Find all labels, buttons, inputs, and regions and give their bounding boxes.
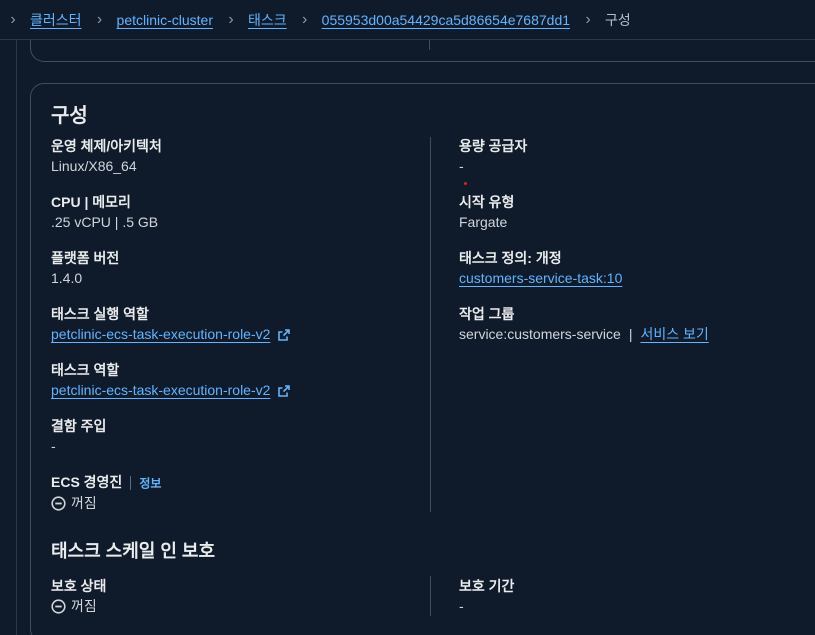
task-definition-label: 태스크 정의: 개정 xyxy=(459,250,562,266)
chevron-right-icon: › xyxy=(96,10,103,28)
ecs-managed-status: 꺼짐 xyxy=(51,493,161,513)
protection-period-value: - xyxy=(459,598,464,614)
status-off-icon xyxy=(51,598,66,614)
chevron-right-icon: › xyxy=(10,10,16,28)
chevron-right-icon: › xyxy=(301,10,308,28)
red-dot xyxy=(464,182,467,185)
task-role-label: 태스크 역할 xyxy=(51,362,120,378)
exec-role-link[interactable]: petclinic-ecs-task-execution-role-v2 xyxy=(51,326,270,342)
fault-injection-field: 결함 주입 - xyxy=(51,416,106,456)
chevron-right-icon: › xyxy=(228,10,234,28)
launch-type-value: Fargate xyxy=(459,214,508,230)
breadcrumb-clusters[interactable]: 클러스터 xyxy=(30,10,82,30)
task-role-field: 태스크 역할 petclinic-ecs-task-execution-role… xyxy=(51,360,291,400)
info-link[interactable]: 정보 xyxy=(139,476,161,490)
info-separator xyxy=(130,476,132,491)
cpu-value: .25 vCPU | .5 GB xyxy=(51,214,159,230)
platform-value: 1.4.0 xyxy=(51,270,83,286)
capacity-provider-label: 용량 공급자 xyxy=(459,138,528,154)
cpu-field: CPU | 메모리 .25 vCPU | .5 GB xyxy=(51,192,158,232)
page-left-rail xyxy=(16,40,17,635)
external-link-icon[interactable] xyxy=(278,385,291,398)
os-value: Linux/X86_64 xyxy=(51,158,137,174)
task-definition-link[interactable]: customers-service-task:10 xyxy=(459,270,622,286)
task-role-link[interactable]: petclinic-ecs-task-execution-role-v2 xyxy=(51,382,270,398)
launch-type-label: 시작 유형 xyxy=(459,194,515,210)
protection-status: 꺼짐 xyxy=(51,596,106,616)
breadcrumb-tasks[interactable]: 태스크 xyxy=(248,10,287,30)
ecs-managed-label: ECS 경영진 xyxy=(51,474,123,490)
previous-panel-divider xyxy=(429,40,430,50)
fault-injection-label: 결함 주입 xyxy=(51,418,107,434)
capacity-provider-field: 용량 공급자 - xyxy=(459,136,527,176)
exec-role-label: 태스크 실행 역할 xyxy=(51,306,149,322)
breadcrumb: › 클러스터 › petclinic-cluster › 태스크 › 05595… xyxy=(0,0,815,40)
platform-field: 플랫폼 버전 1.4.0 xyxy=(51,248,119,288)
task-group-value: service:customers-service xyxy=(459,326,621,342)
breadcrumb-current: 구성 xyxy=(605,11,631,28)
exec-role-field: 태스크 실행 역할 petclinic-ecs-task-execution-r… xyxy=(51,304,291,344)
breadcrumb-cluster[interactable]: petclinic-cluster xyxy=(117,12,213,28)
os-field: 운영 체제/아키텍처 Linux/X86_64 xyxy=(51,136,162,176)
protection-status-field: 보호 상태 꺼짐 xyxy=(51,576,106,616)
protection-period-label: 보호 기간 xyxy=(459,578,515,594)
ecs-managed-label-row: ECS 경영진 정보 xyxy=(51,472,161,493)
task-group-row: service:customers-service | 서비스 보기 xyxy=(459,324,709,344)
launch-type-field: 시작 유형 Fargate xyxy=(459,192,514,232)
os-label: 운영 체제/아키텍처 xyxy=(51,138,162,154)
task-group-field: 작업 그룹 service:customers-service | 서비스 보기 xyxy=(459,304,709,344)
ecs-managed-field: ECS 경영진 정보 꺼짐 xyxy=(51,472,161,513)
previous-panel-bottom xyxy=(30,40,815,62)
fault-injection-value: - xyxy=(51,438,56,454)
panel-title: 구성 xyxy=(51,105,88,127)
configuration-panel: 구성 운영 체제/아키텍처 Linux/X86_64 CPU | 메모리 .25… xyxy=(30,83,815,635)
protection-status-label: 보호 상태 xyxy=(51,578,107,594)
ecs-managed-value: 꺼짐 xyxy=(71,495,97,512)
task-definition-field: 태스크 정의: 개정 customers-service-task:10 xyxy=(459,248,622,288)
status-off-icon xyxy=(51,496,66,511)
capacity-provider-value: - xyxy=(459,158,464,174)
column-divider xyxy=(430,576,431,616)
breadcrumb-task-id[interactable]: 055953d00a54429ca5d86654e7687dd1 xyxy=(322,12,570,28)
task-group-label: 작업 그룹 xyxy=(459,306,515,322)
scale-in-protection-title: 태스크 스케일 인 보호 xyxy=(51,541,216,561)
platform-label: 플랫폼 버전 xyxy=(51,250,120,266)
view-service-link[interactable]: 서비스 보기 xyxy=(640,326,708,342)
protection-status-value: 꺼짐 xyxy=(71,598,97,614)
external-link-icon[interactable] xyxy=(278,329,291,342)
chevron-right-icon: › xyxy=(585,10,591,28)
column-divider xyxy=(430,137,431,512)
task-group-separator: | xyxy=(628,326,633,342)
protection-period-field: 보호 기간 - xyxy=(459,576,514,616)
cpu-label: CPU | 메모리 xyxy=(51,194,131,210)
